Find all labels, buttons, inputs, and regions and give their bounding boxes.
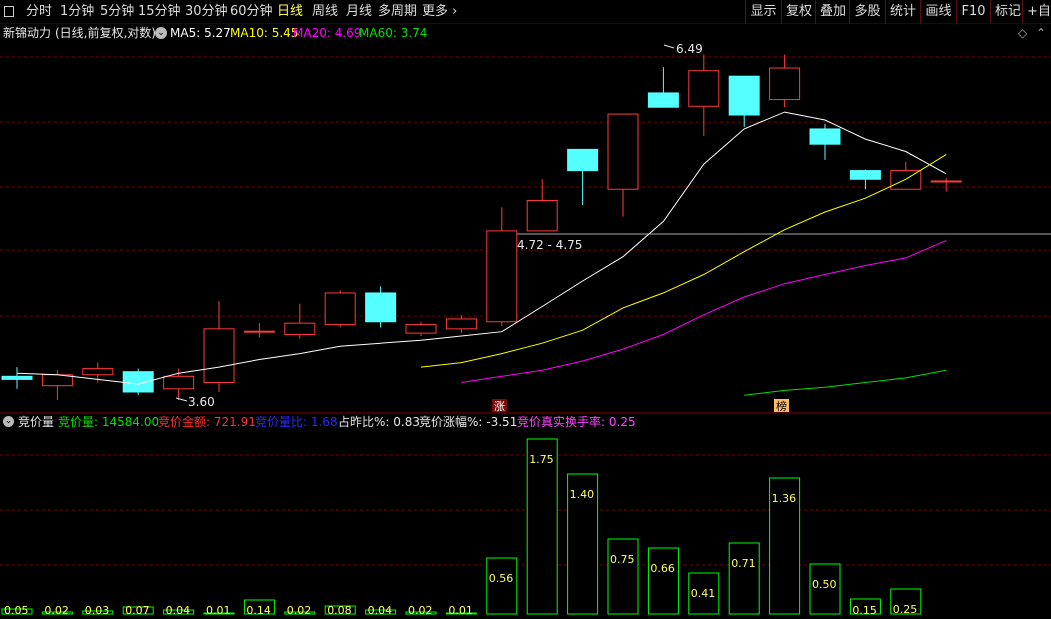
volume-label-16: 0.66 [650, 562, 675, 575]
candle-body-13 [526, 200, 558, 232]
high-price-label: 6.49 [676, 42, 703, 56]
bang-text: 榜 [776, 399, 787, 413]
candle-body-19 [769, 67, 801, 101]
volume-label-21: 0.15 [852, 604, 877, 617]
ma5-line [16, 111, 947, 385]
volume-label-8: 0.08 [327, 604, 352, 617]
volume-label-6: 0.14 [246, 604, 271, 617]
candle-body-18 [728, 75, 760, 116]
candle-body-0 [1, 375, 33, 380]
candle-body-11 [445, 318, 477, 330]
volume-label-10: 0.02 [408, 604, 433, 617]
candle-body-21 [849, 170, 881, 180]
low-arrow [175, 397, 188, 402]
volume-label-22: 0.25 [893, 603, 918, 616]
range-label: 4.72 - 4.75 [517, 238, 582, 252]
volume-label-17: 0.41 [691, 587, 716, 600]
volume-label-1: 0.02 [44, 604, 69, 617]
candle-body-6 [243, 330, 275, 333]
volume-label-20: 0.50 [812, 578, 837, 591]
volume-label-19: 1.36 [772, 492, 797, 505]
volume-bar-18 [728, 542, 760, 615]
candle-body-23 [930, 180, 962, 183]
candle-body-10 [405, 324, 437, 334]
candle-body-8 [324, 292, 356, 326]
volume-label-12: 0.56 [489, 572, 514, 585]
candle-body-17 [688, 70, 720, 107]
volume-label-4: 0.04 [166, 604, 191, 617]
volume-label-14: 1.40 [570, 488, 595, 501]
volume-label-0: 0.05 [4, 604, 29, 617]
volume-label-11: 0.01 [448, 604, 473, 617]
candle-body-16 [647, 92, 679, 108]
volume-bar-15 [607, 538, 639, 615]
candle-body-20 [809, 128, 841, 145]
candle-body-2 [82, 368, 114, 376]
candle-body-4 [163, 375, 195, 390]
high-arrow [663, 44, 675, 49]
candle-body-14 [567, 148, 599, 172]
candle-body-7 [284, 322, 316, 336]
volume-label-3: 0.07 [125, 604, 150, 617]
volume-label-7: 0.02 [287, 604, 312, 617]
kline-chart[interactable]: 4.72 - 4.75 0.05 0.02 0.03 0.07 0.04 0.01 0.14… [0, 0, 1051, 619]
volume-label-9: 0.04 [368, 604, 393, 617]
low-price-label: 3.60 [188, 395, 215, 409]
volume-bar-12 [486, 557, 518, 615]
volume-label-13: 1.75 [529, 453, 554, 466]
volume-label-2: 0.03 [85, 604, 110, 617]
volume-label-18: 0.71 [731, 557, 756, 570]
candle-body-3 [122, 371, 154, 393]
volume-label-5: 0.01 [206, 604, 231, 617]
ma60-line [744, 369, 947, 396]
candle-body-9 [365, 292, 397, 323]
volume-label-15: 0.75 [610, 553, 635, 566]
zhang-text: 涨 [494, 400, 505, 413]
candle-body-12 [486, 230, 518, 323]
candle-body-15 [607, 113, 639, 190]
volume-bar-16 [647, 547, 679, 615]
candle-body-5 [203, 328, 235, 384]
